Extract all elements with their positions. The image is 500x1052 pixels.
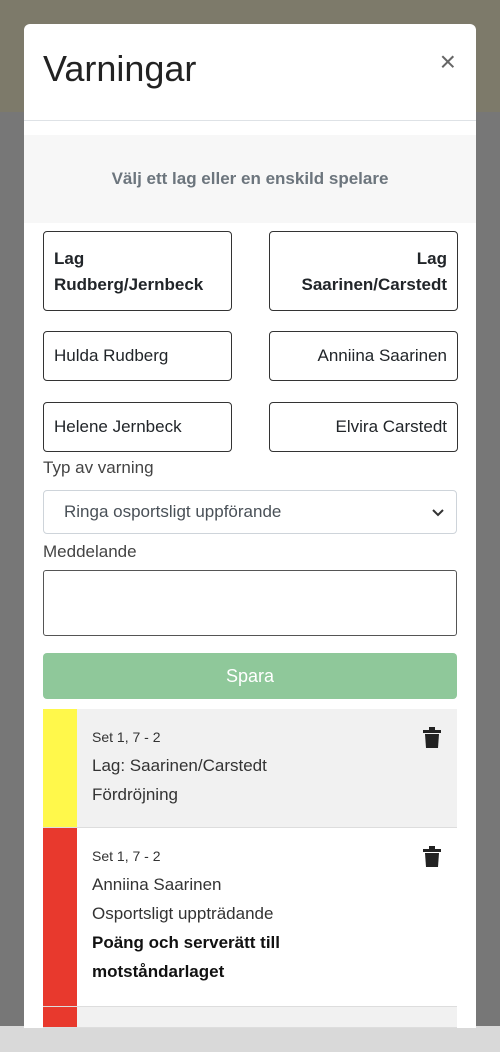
- choose-prompt-box: Välj ett lag eller en enskild spelare: [24, 135, 476, 223]
- warning-content: Set 1, 7 - 2 Lag: Saarinen/Carstedt Förd…: [77, 709, 457, 827]
- warning-item: Set 1, 7 - 2 Lag: Saarinen/Carstedt Förd…: [43, 709, 457, 828]
- player-button-hulda[interactable]: Hulda Rudberg: [43, 331, 232, 381]
- close-icon[interactable]: ×: [440, 48, 456, 76]
- warning-set: Set 1, 7 - 2: [92, 729, 161, 745]
- modal-title: Varningar: [43, 48, 197, 89]
- team-left-label-1: Lag: [54, 249, 85, 268]
- team-left-label-2: Rudberg/Jernbeck: [54, 275, 204, 294]
- red-card-indicator: [43, 1007, 77, 1027]
- modal-header: Varningar ×: [24, 24, 476, 121]
- player-label: Helene Jernbeck: [54, 417, 182, 436]
- player-button-elvira[interactable]: Elvira Carstedt: [269, 402, 458, 452]
- target-grid: Lag Rudberg/Jernbeck Lag Saarinen/Carste…: [24, 223, 476, 458]
- warnings-list: Set 1, 7 - 2 Lag: Saarinen/Carstedt Förd…: [43, 709, 457, 1028]
- team-right-label-2: Saarinen/Carstedt: [301, 275, 448, 294]
- message-textarea[interactable]: [43, 570, 457, 636]
- warning-type-select[interactable]: Ringa osportsligt uppförande: [43, 490, 457, 534]
- player-button-anniina[interactable]: Anniina Saarinen: [269, 331, 458, 381]
- player-label: Anniina Saarinen: [317, 346, 447, 365]
- warning-item: Set 1, 7 - 2 Anniina Saarinen Osportslig…: [43, 828, 457, 1007]
- team-right-button[interactable]: Lag Saarinen/Carstedt: [269, 231, 458, 311]
- warning-type-label: Typ av varning: [43, 458, 154, 477]
- backdrop-footer: [0, 1026, 500, 1052]
- warning-reason: Fördröjning: [92, 785, 178, 804]
- trash-icon[interactable]: [423, 727, 441, 749]
- player-label: Hulda Rudberg: [54, 346, 169, 365]
- player-button-helene[interactable]: Helene Jernbeck: [43, 402, 232, 452]
- warning-item: [43, 1007, 457, 1028]
- choose-prompt: Välj ett lag eller en enskild spelare: [111, 169, 389, 188]
- warnings-modal: Varningar × Välj ett lag eller en enskil…: [24, 24, 476, 1028]
- team-right-label-1: Lag: [416, 249, 447, 268]
- red-card-indicator: [43, 828, 77, 1006]
- warning-reason: Osportsligt uppträdande: [92, 904, 274, 923]
- chevron-down-icon: [432, 504, 444, 520]
- warning-penalty: Poäng och serverätt till motståndarlaget: [92, 933, 280, 981]
- team-left-button[interactable]: Lag Rudberg/Jernbeck: [43, 231, 232, 311]
- yellow-card-indicator: [43, 709, 77, 827]
- warning-target: Anniina Saarinen: [92, 875, 222, 894]
- trash-icon[interactable]: [423, 846, 441, 868]
- warning-type-value: Ringa osportsligt uppförande: [64, 502, 282, 521]
- message-label: Meddelande: [43, 542, 137, 561]
- player-label: Elvira Carstedt: [335, 417, 447, 436]
- save-button[interactable]: Spara: [43, 653, 457, 699]
- warning-content: Set 1, 7 - 2 Anniina Saarinen Osportslig…: [77, 828, 457, 1006]
- warning-target: Lag: Saarinen/Carstedt: [92, 756, 267, 775]
- warning-set: Set 1, 7 - 2: [92, 848, 161, 864]
